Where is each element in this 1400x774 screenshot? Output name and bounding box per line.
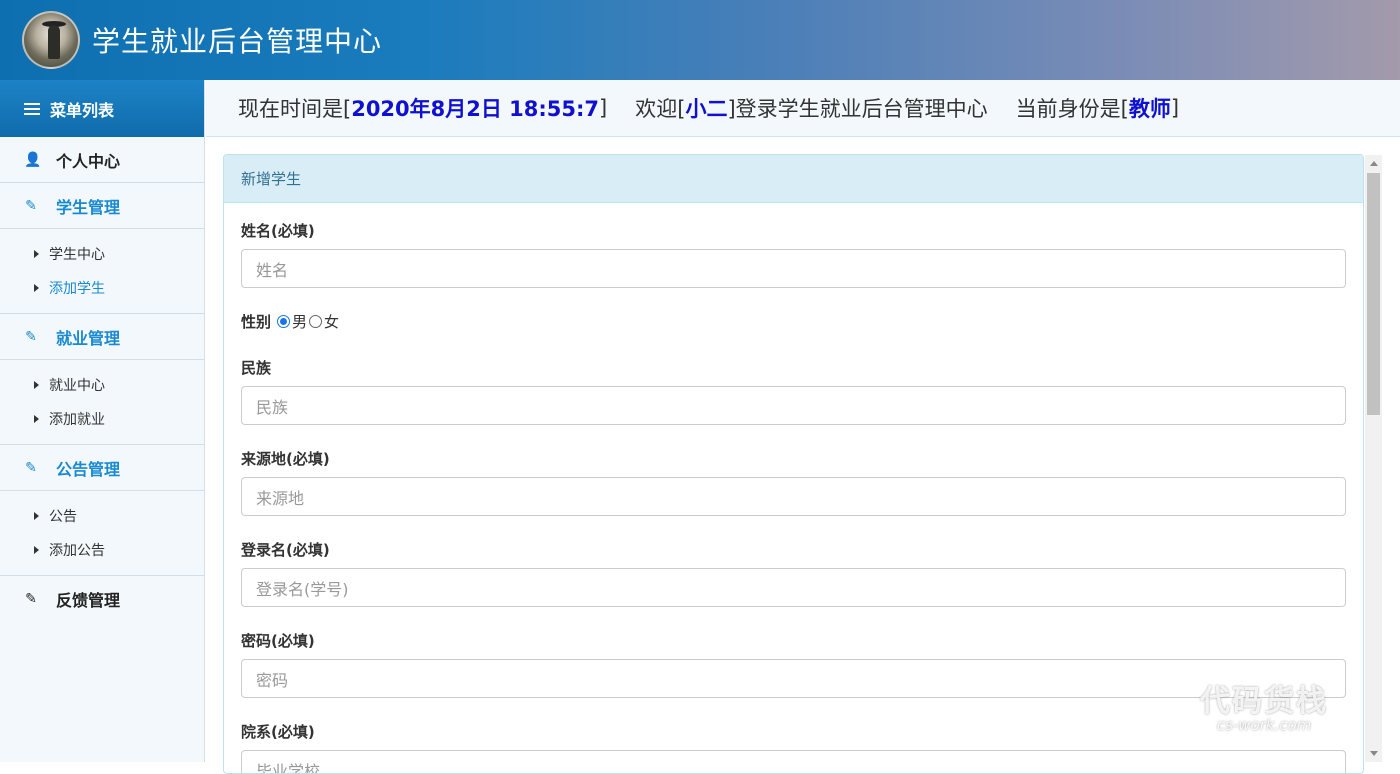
sidebar-subitems-student: 学生中心 添加学生: [0, 229, 204, 314]
sidebar-group-label: 反馈管理: [56, 591, 121, 610]
panel-title: 新增学生: [224, 155, 1363, 203]
welcome-prefix: 欢迎[: [635, 97, 686, 121]
sidebar-group-announcement[interactable]: ✎ 公告管理: [0, 445, 204, 491]
edit-icon: ✎: [25, 197, 37, 214]
edit-icon: ✎: [25, 591, 37, 607]
gender-female-label[interactable]: 女: [324, 311, 339, 332]
gender-group: 性别 男 女: [241, 310, 1346, 332]
password-label: 密码(必填): [241, 631, 315, 650]
user-role: 教师: [1128, 97, 1171, 121]
sidebar-item-label: 就业中心: [49, 378, 105, 394]
vertical-scrollbar[interactable]: [1365, 155, 1382, 762]
origin-label: 来源地(必填): [241, 449, 330, 468]
role-suffix: ]: [1170, 96, 1180, 120]
main-content: 新增学生 姓名(必填) 姓名 性别 男 女 民族 民族 来源地(必填) 来源地: [206, 137, 1400, 774]
caret-right-icon: [34, 512, 39, 520]
watermark: 代码货栈 cs-work.com: [1200, 676, 1328, 734]
watermark-url: cs-work.com: [1216, 716, 1312, 734]
sidebar-item-label: 个人中心: [56, 151, 121, 171]
user-avatar[interactable]: [22, 11, 80, 69]
edit-icon: ✎: [25, 459, 37, 476]
sidebar-item-student-center[interactable]: 学生中心: [34, 237, 204, 271]
login-input[interactable]: 登录名(学号): [241, 568, 1346, 607]
watermark-text: 代码货栈: [1200, 684, 1328, 719]
role-prefix: 当前身份是[: [1015, 97, 1129, 121]
user-icon: 👤: [24, 151, 42, 168]
ethnicity-label: 民族: [241, 358, 272, 377]
sidebar-subitems-employment: 就业中心 添加就业: [0, 360, 204, 445]
caret-right-icon: [34, 381, 39, 389]
sidebar-item-add-employment[interactable]: 添加就业: [34, 402, 204, 436]
sidebar-item-label: 公告: [49, 509, 77, 525]
sidebar-item-add-student[interactable]: 添加学生: [34, 271, 204, 305]
caret-right-icon: [34, 415, 39, 423]
department-input[interactable]: 毕业学校: [241, 750, 1346, 773]
sidebar-subitems-announcement: 公告 添加公告: [0, 491, 204, 576]
status-info-bar: 现在时间是[2020年8月2日 18:55:7] 欢迎[小二]登录学生就业后台管…: [206, 80, 1400, 137]
sidebar: 菜单列表 👤 个人中心 ✎ 学生管理 学生中心 添加学生 ✎ 就业管理 就业中心…: [0, 80, 205, 762]
sidebar-item-label: 添加就业: [49, 412, 105, 428]
department-label: 院系(必填): [241, 722, 315, 741]
gender-female-radio[interactable]: [309, 314, 323, 328]
list-icon: [24, 102, 40, 115]
current-time: 2020年8月2日 18:55:7: [351, 97, 600, 121]
sidebar-group-feedback[interactable]: ✎ 反馈管理: [0, 576, 204, 622]
gender-label: 性别: [241, 312, 272, 331]
sidebar-group-student[interactable]: ✎ 学生管理: [0, 183, 204, 229]
time-prefix: 现在时间是[: [238, 97, 352, 121]
gender-male-label[interactable]: 男: [292, 311, 307, 332]
scroll-down-arrow-icon[interactable]: [1365, 745, 1382, 762]
sidebar-item-label: 学生中心: [49, 247, 105, 263]
scrollbar-thumb[interactable]: [1367, 173, 1380, 415]
caret-right-icon: [34, 250, 39, 258]
sidebar-item-employment-center[interactable]: 就业中心: [34, 368, 204, 402]
gender-male-radio[interactable]: [277, 314, 291, 328]
add-student-panel: 新增学生 姓名(必填) 姓名 性别 男 女 民族 民族 来源地(必填) 来源地: [223, 154, 1364, 774]
login-label: 登录名(必填): [241, 540, 330, 559]
name-input[interactable]: 姓名: [241, 249, 1346, 288]
sidebar-group-employment[interactable]: ✎ 就业管理: [0, 314, 204, 360]
edit-icon: ✎: [25, 328, 37, 345]
sidebar-item-label: 添加公告: [49, 543, 105, 559]
sidebar-item-label: 添加学生: [49, 281, 105, 297]
app-title: 学生就业后台管理中心: [92, 25, 383, 58]
origin-input[interactable]: 来源地: [241, 477, 1346, 516]
sidebar-item-add-announcement[interactable]: 添加公告: [34, 533, 204, 567]
add-student-form: 姓名(必填) 姓名 性别 男 女 民族 民族 来源地(必填) 来源地 登录名(必…: [224, 203, 1363, 773]
ethnicity-input[interactable]: 民族: [241, 386, 1346, 425]
time-suffix: ]: [599, 96, 608, 120]
menu-header: 菜单列表: [0, 80, 204, 137]
user-name: 小二: [685, 97, 728, 121]
caret-right-icon: [34, 284, 39, 292]
sidebar-group-label: 公告管理: [56, 459, 121, 479]
menu-title: 菜单列表: [50, 100, 115, 120]
sidebar-group-label: 就业管理: [56, 328, 121, 348]
caret-right-icon: [34, 546, 39, 554]
sidebar-item-personal[interactable]: 👤 个人中心: [0, 137, 204, 183]
sidebar-item-announcement[interactable]: 公告: [34, 499, 204, 533]
name-label: 姓名(必填): [241, 221, 315, 240]
sidebar-group-label: 学生管理: [56, 197, 121, 217]
app-header: 学生就业后台管理中心: [0, 0, 1400, 80]
password-input[interactable]: 密码: [241, 659, 1346, 698]
welcome-suffix: ]登录学生就业后台管理中心: [727, 97, 988, 121]
scroll-up-arrow-icon[interactable]: [1365, 155, 1382, 172]
